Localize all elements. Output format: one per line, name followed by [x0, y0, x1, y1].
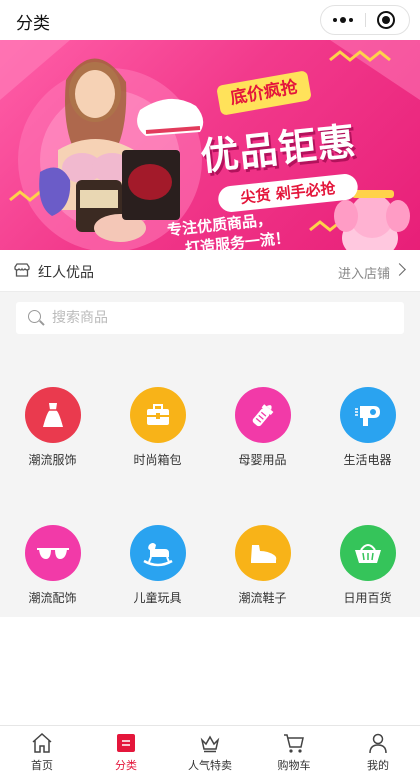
- category-item[interactable]: 儿童玩具: [105, 483, 210, 605]
- mini-program-capsule: [320, 5, 410, 35]
- category-label: 潮流服饰: [28, 453, 77, 467]
- page-title: 分类: [16, 14, 50, 34]
- shoe-icon: [235, 525, 291, 581]
- category-item[interactable]: 潮流鞋子: [210, 483, 315, 605]
- category-label: 时尚箱包: [133, 453, 182, 467]
- close-target-icon[interactable]: [377, 11, 395, 29]
- category-label: 儿童玩具: [133, 591, 182, 605]
- store-icon: [14, 263, 30, 277]
- search-icon: [28, 310, 41, 323]
- tab-cart[interactable]: 购物车: [252, 726, 336, 773]
- enter-shop-link[interactable]: 进入店铺: [338, 263, 390, 282]
- tab-category[interactable]: 分类: [84, 726, 168, 773]
- capsule-divider: [365, 13, 366, 27]
- tab-label: 我的: [367, 759, 389, 772]
- category-label: 生活电器: [343, 453, 392, 467]
- category-item[interactable]: 时尚箱包: [105, 345, 210, 467]
- category-label: 潮流配饰: [28, 591, 77, 605]
- category-grid: 潮流服饰 时尚箱包 母婴用品 生活电器 潮流配饰 儿童玩具 潮流鞋子 日用百货: [0, 345, 420, 617]
- tab-label: 首页: [31, 759, 53, 772]
- shop-name: 红人优品: [38, 265, 94, 281]
- sunglasses-icon: [25, 525, 81, 581]
- tab-label: 购物车: [277, 759, 311, 772]
- tab-hot-sale[interactable]: 人气特卖: [168, 726, 252, 773]
- user-icon: [369, 733, 387, 754]
- basket-icon: [340, 525, 396, 581]
- tab-label: 分类: [115, 759, 137, 772]
- search-box[interactable]: [16, 302, 404, 334]
- tab-home[interactable]: 首页: [0, 726, 84, 773]
- tab-label: 人气特卖: [188, 759, 232, 772]
- search-input[interactable]: [52, 302, 392, 334]
- category-item[interactable]: 母婴用品: [210, 345, 315, 467]
- empty-area: [0, 617, 420, 725]
- shop-bar[interactable]: 红人优品 进入店铺: [0, 250, 420, 292]
- category-icon: [117, 734, 135, 752]
- category-item[interactable]: 日用百货: [315, 483, 420, 605]
- category-label: 潮流鞋子: [238, 591, 287, 605]
- category-item[interactable]: 潮流服饰: [0, 345, 105, 467]
- top-bar: 分类: [0, 0, 420, 40]
- category-item[interactable]: 潮流配饰: [0, 483, 105, 605]
- category-label: 日用百货: [343, 591, 392, 605]
- category-item[interactable]: 生活电器: [315, 345, 420, 467]
- hair-dryer-icon: [340, 387, 396, 443]
- home-icon: [32, 732, 52, 753]
- crown-icon: [200, 735, 220, 753]
- cart-icon: [284, 734, 304, 753]
- dress-icon: [25, 387, 81, 443]
- bag-icon: [130, 387, 186, 443]
- chevron-right-icon: [393, 263, 406, 276]
- category-label: 母婴用品: [238, 453, 287, 467]
- tab-mine[interactable]: 我的: [336, 726, 420, 773]
- baby-bottle-icon: [235, 387, 291, 443]
- more-menu-icon[interactable]: [321, 6, 365, 34]
- rocking-horse-icon: [130, 525, 186, 581]
- bottom-tab-bar: 首页 分类 人气特卖 购物车 我的: [0, 725, 420, 773]
- promo-banner[interactable]: 底价疯抢 优品钜惠 尖货 剁手必抢 专注优质商品， 打造服务一流！: [0, 40, 420, 250]
